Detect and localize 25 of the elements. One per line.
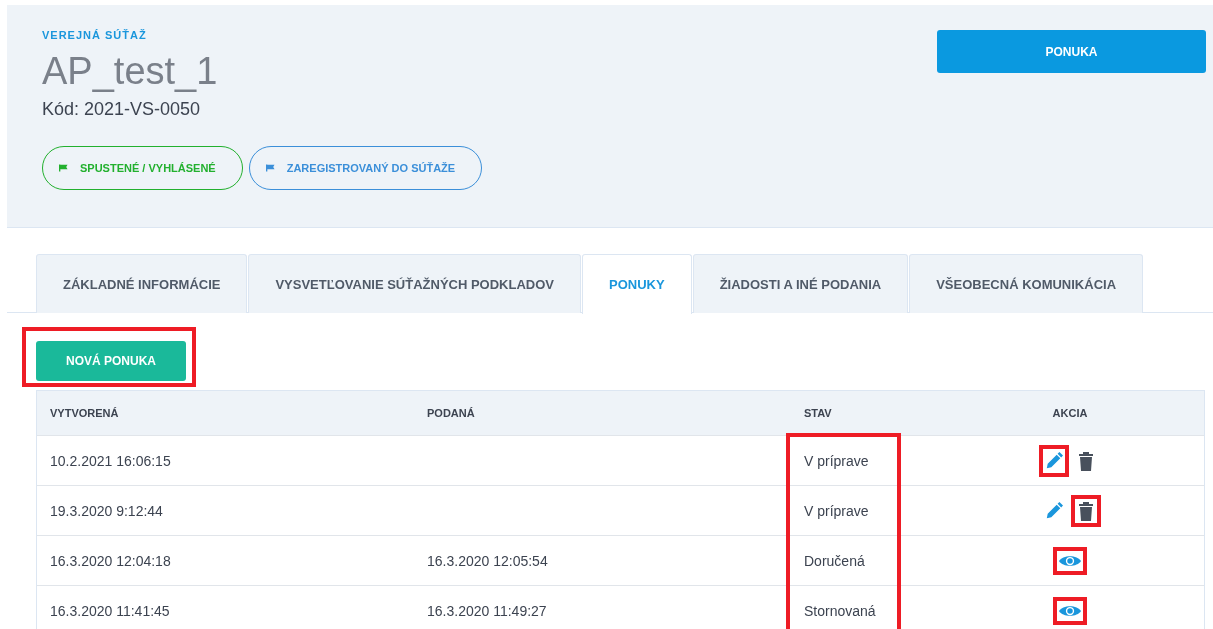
tender-title: AP_test_1 <box>42 49 219 93</box>
badge-label: ZAREGISTROVANÝ DO SÚŤAŽE <box>286 162 456 174</box>
category-label: VEREJNÁ SÚŤAŽ <box>42 29 148 41</box>
table-cell: Stornovaná <box>804 602 876 619</box>
tab[interactable]: PONUKY <box>582 254 692 314</box>
column-header: VYTVORENÁ <box>49 407 120 419</box>
badge-label: SPUSTENÉ / VYHLÁSENÉ <box>80 162 216 174</box>
table-cell: 16.3.2020 12:05:54 <box>427 552 548 569</box>
tab[interactable]: ŽIADOSTI A INÉ PODANIA <box>692 254 909 313</box>
tab[interactable]: VŠEOBECNÁ KOMUNIKÁCIA <box>909 254 1143 313</box>
column-header: PODANÁ <box>426 407 476 419</box>
column-header: AKCIA <box>1051 407 1089 419</box>
table-cell: Doručená <box>804 552 865 569</box>
tab[interactable]: VYSVETĽOVANIE SÚŤAŽNÝCH PODKLADOV <box>248 254 581 313</box>
table-cell: V príprave <box>804 452 869 469</box>
tender-code: Kód: 2021-VS-0050 <box>42 99 202 120</box>
table-cell: 16.3.2020 11:41:45 <box>50 602 170 619</box>
offer-button[interactable]: PONUKA <box>937 30 1206 73</box>
table-cell: 19.3.2020 9:12:44 <box>50 502 163 519</box>
table-cell: 16.3.2020 12:04:18 <box>50 552 171 569</box>
table-cell: 16.3.2020 11:49:27 <box>427 602 547 619</box>
column-header: STAV <box>803 407 833 419</box>
tab[interactable]: ZÁKLADNÉ INFORMÁCIE <box>36 254 248 313</box>
table-cell: 10.2.2021 16:06:15 <box>50 452 171 469</box>
table-cell: V príprave <box>804 502 869 519</box>
